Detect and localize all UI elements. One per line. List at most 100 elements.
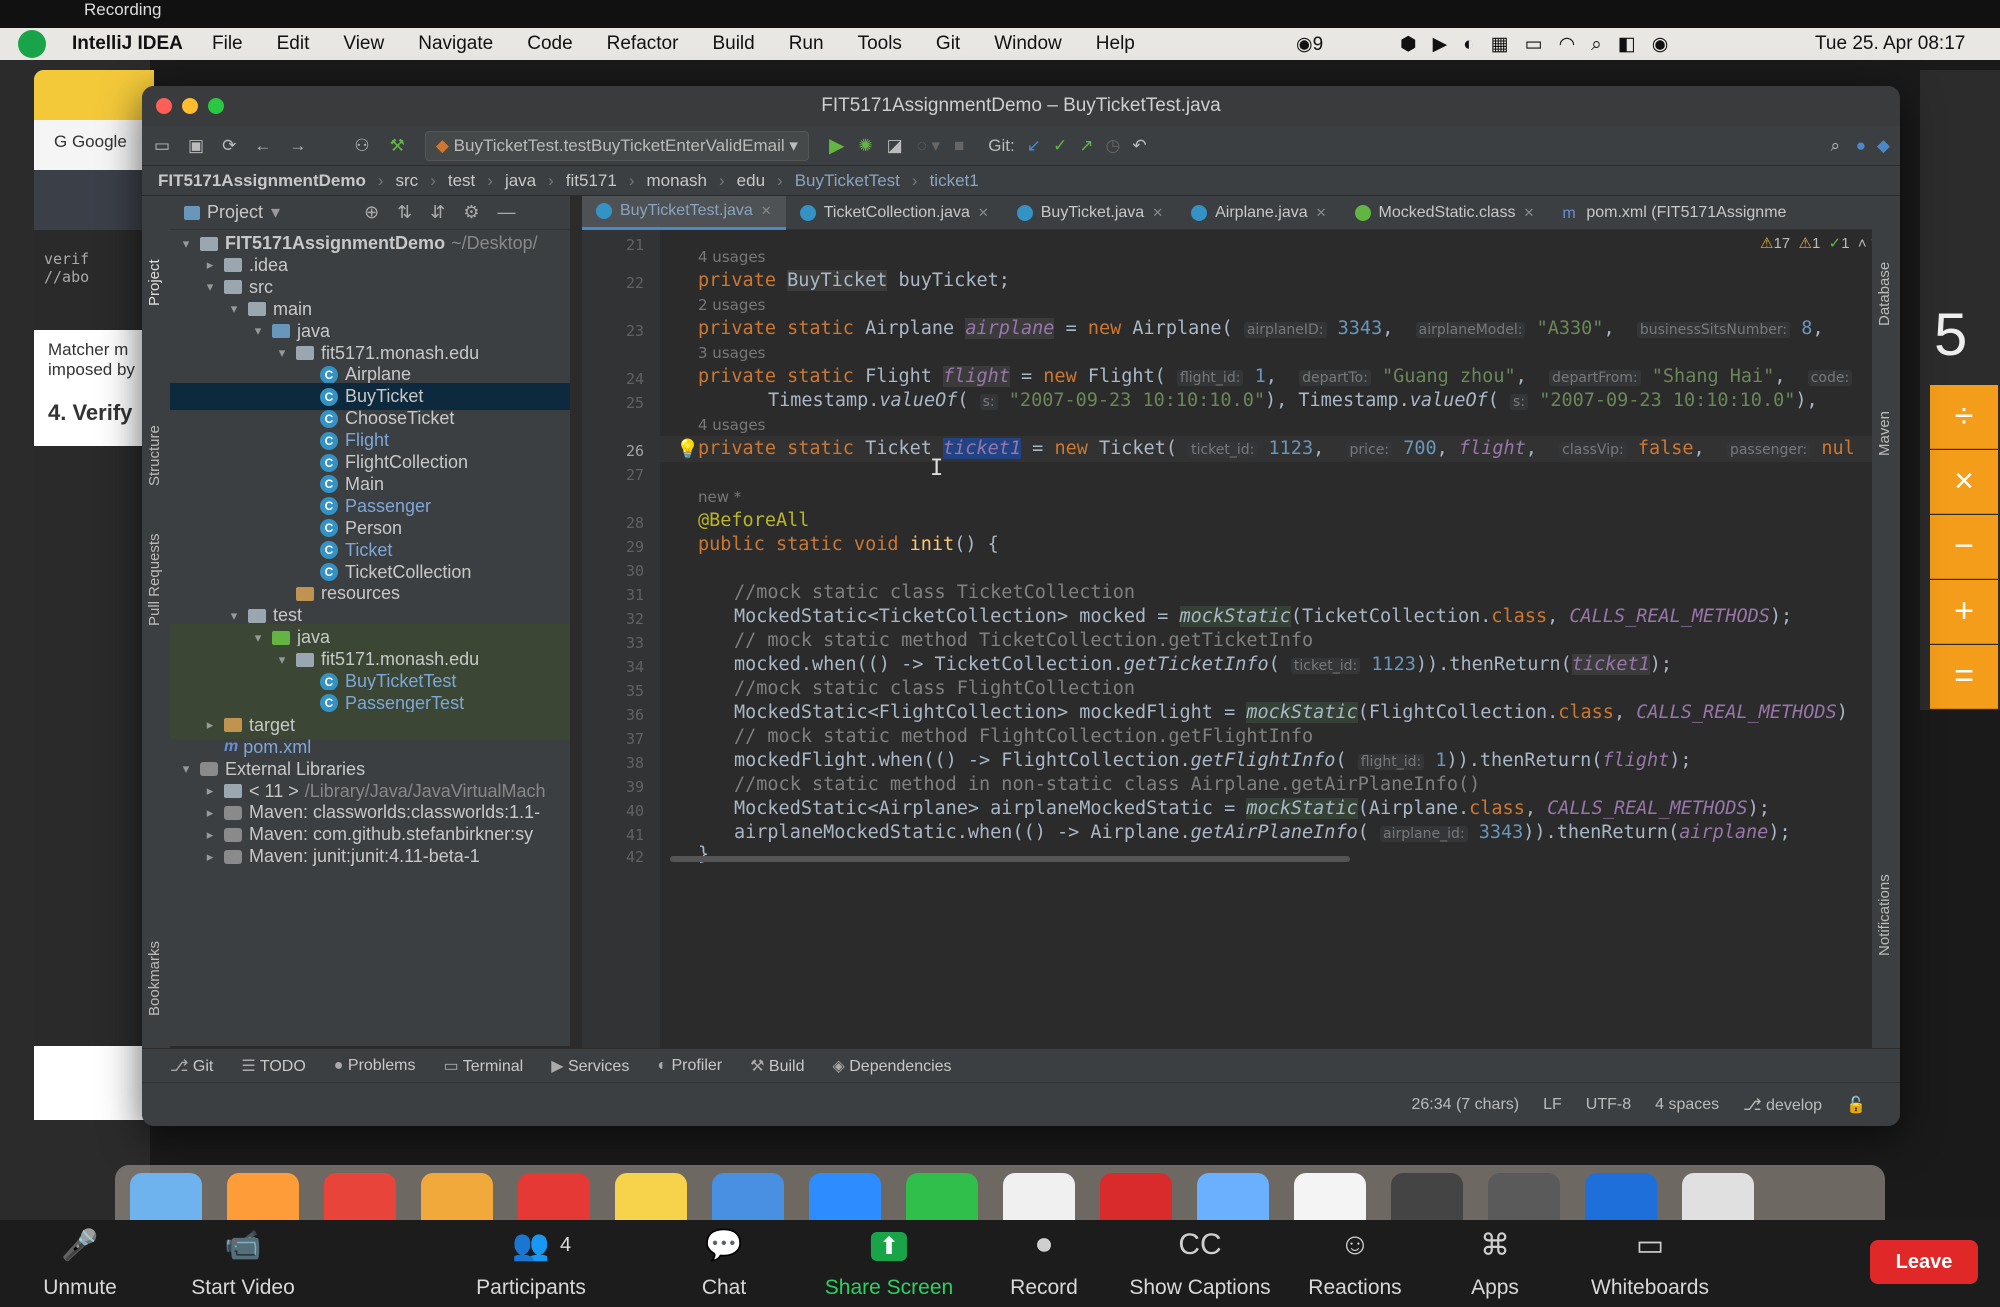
debug-icon[interactable]: ✺ xyxy=(858,136,872,156)
calc-multiply-button[interactable]: × xyxy=(1930,450,1998,514)
chevron-down-icon[interactable]: ▾ xyxy=(274,652,290,668)
usage-hint[interactable]: 3 usages xyxy=(698,344,765,362)
settings-icon[interactable] xyxy=(1488,1173,1560,1223)
tool-build[interactable]: ⚒ Build xyxy=(750,1056,804,1076)
tool-services[interactable]: ▶ Services xyxy=(551,1056,629,1076)
apps-button[interactable]: Apps xyxy=(1471,1276,1519,1300)
menu-run[interactable]: Run xyxy=(789,33,824,55)
launchpad-icon[interactable] xyxy=(227,1173,299,1223)
chevron-down-icon[interactable]: ▾ xyxy=(226,608,242,624)
lock-icon[interactable]: 🔓 xyxy=(1846,1095,1866,1115)
user-icon[interactable]: ⚇ xyxy=(354,136,369,156)
menu-git[interactable]: Git xyxy=(936,33,960,55)
menu-refactor[interactable]: Refactor xyxy=(607,33,679,55)
menu-build[interactable]: Build xyxy=(712,33,754,55)
calc-minus-button[interactable]: − xyxy=(1930,515,1998,579)
horizontal-scrollbar[interactable] xyxy=(660,856,1872,866)
search-icon[interactable]: ⌕ xyxy=(1830,136,1840,156)
whiteboards-button[interactable]: Whiteboards xyxy=(1591,1276,1709,1300)
breadcrumb-item[interactable]: fit5171 xyxy=(566,171,617,191)
calc-plus-button[interactable]: + xyxy=(1930,580,1998,644)
editor-tab[interactable]: BuyTicketTest.java ✕ xyxy=(582,195,786,230)
stop-icon[interactable]: ■ xyxy=(954,136,964,156)
usage-hint[interactable]: 4 usages xyxy=(698,416,765,434)
whiteboards-icon[interactable]: ▭ xyxy=(1636,1228,1664,1263)
chevron-right-icon[interactable]: ▸ xyxy=(202,827,218,843)
status-icons[interactable]: ⬢▶◐▦▭◠⌕◧◉ xyxy=(1400,33,1684,56)
chevron-down-icon[interactable]: ▾ xyxy=(202,279,218,295)
chevron-down-icon[interactable]: ▾ xyxy=(178,761,194,777)
start-video-button[interactable]: Start Video xyxy=(191,1276,295,1300)
browser-tab-label[interactable]: Google xyxy=(72,132,127,151)
close-tab-icon[interactable]: ✕ xyxy=(1316,205,1327,221)
close-tab-icon[interactable]: ✕ xyxy=(978,205,989,221)
tree-item[interactable]: ▸ Maven: junit:junit:4.11-beta-1 xyxy=(170,843,570,870)
menu-code[interactable]: Code xyxy=(527,33,572,55)
chevron-right-icon[interactable]: ▸ xyxy=(202,783,218,799)
chevron-right-icon[interactable]: ▸ xyxy=(202,257,218,273)
toolbar-file-icons[interactable]: ▭▣⟳←→ xyxy=(154,136,324,156)
record-button[interactable]: Record xyxy=(1010,1276,1078,1300)
breadcrumb-item[interactable]: src xyxy=(396,171,419,191)
share-screen-button[interactable]: Share Screen xyxy=(825,1276,953,1300)
breadcrumb-item[interactable]: java xyxy=(505,171,536,191)
close-tab-icon[interactable]: ✕ xyxy=(761,203,772,219)
chat-button[interactable]: Chat xyxy=(702,1276,746,1300)
breadcrumb-item[interactable]: FIT5171AssignmentDemo xyxy=(158,171,366,191)
zoom-icon[interactable] xyxy=(809,1173,881,1223)
reactions-icon[interactable]: ☺ xyxy=(1340,1228,1371,1262)
close-tab-icon[interactable]: ✕ xyxy=(1152,205,1163,221)
notification-badge-icon[interactable]: ◉9 xyxy=(1296,33,1323,56)
git-branch[interactable]: ⎇ develop xyxy=(1743,1095,1822,1115)
breadcrumb-item[interactable]: test xyxy=(448,171,475,191)
editor-tab[interactable]: m pom.xml (FIT5171Assignme xyxy=(1548,196,1800,230)
calc-divide-button[interactable]: ÷ xyxy=(1930,385,1998,449)
chat-icon[interactable]: 💬 xyxy=(705,1228,742,1263)
bookmarks-tool-tab[interactable]: Bookmarks xyxy=(146,941,163,1016)
menu-edit[interactable]: Edit xyxy=(277,33,310,55)
share-screen-icon[interactable]: ⬆ xyxy=(870,1232,908,1261)
minimize-window-icon[interactable] xyxy=(182,98,198,114)
notes-icon[interactable] xyxy=(615,1173,687,1223)
breadcrumb-item[interactable]: edu xyxy=(737,171,765,191)
home-icon[interactable] xyxy=(34,170,154,230)
start-video-icon[interactable]: 📹 xyxy=(224,1228,261,1263)
chevron-down-icon[interactable]: ▾ xyxy=(271,202,280,223)
chevron-down-icon[interactable]: ▾ xyxy=(178,236,194,252)
close-tab-icon[interactable]: ✕ xyxy=(1523,205,1534,221)
participants-button[interactable]: Participants xyxy=(476,1276,586,1300)
git-push-icon[interactable]: ↗ xyxy=(1079,136,1093,156)
trash-icon[interactable] xyxy=(1682,1173,1754,1223)
tool-git[interactable]: ⎇ Git xyxy=(170,1056,213,1076)
caret-position[interactable]: 26:34 (7 chars) xyxy=(1411,1096,1519,1114)
zoom-window-icon[interactable] xyxy=(208,98,224,114)
wechat-icon[interactable] xyxy=(906,1173,978,1223)
run-icon[interactable]: ▶ xyxy=(829,133,844,158)
lightbulb-icon[interactable]: 💡 xyxy=(676,438,699,460)
intellij-icon[interactable] xyxy=(1585,1173,1657,1223)
editor-tab[interactable]: MockedStatic.class ✕ xyxy=(1341,196,1549,230)
project-tool-tab[interactable]: Project xyxy=(146,259,163,306)
baidu-icon[interactable] xyxy=(1197,1173,1269,1223)
chevron-down-icon[interactable]: ▾ xyxy=(250,323,266,339)
line-separator[interactable]: LF xyxy=(1543,1096,1562,1114)
indent-setting[interactable]: 4 spaces xyxy=(1655,1096,1719,1114)
chevron-right-icon[interactable]: ▸ xyxy=(202,849,218,865)
code-editor[interactable]: 4 usages private BuyTicket buyTicket; 2 … xyxy=(660,230,1872,1048)
menu-help[interactable]: Help xyxy=(1096,33,1135,55)
git-history-icon[interactable]: ◷ xyxy=(1105,136,1120,156)
app-icon[interactable] xyxy=(518,1173,590,1223)
rollback-icon[interactable]: ↶ xyxy=(1132,136,1146,156)
usage-hint[interactable]: 2 usages xyxy=(698,296,765,314)
plugin-icon[interactable]: ◆ xyxy=(1877,136,1890,156)
clock[interactable]: Tue 25. Apr 08:17 xyxy=(1815,33,1965,55)
breadcrumb-item[interactable]: ticket1 xyxy=(930,171,979,191)
tool-problems[interactable]: ● Problems xyxy=(334,1057,416,1075)
editor-tab[interactable]: Airplane.java ✕ xyxy=(1177,196,1340,230)
run-config-select[interactable]: ◆ BuyTicketTest.testBuyTicketEnterValidE… xyxy=(424,130,809,161)
show-captions-button[interactable]: Show Captions xyxy=(1129,1276,1270,1300)
menu-window[interactable]: Window xyxy=(994,33,1062,55)
record-icon[interactable]: ⏺ xyxy=(1037,1228,1052,1262)
database-tool-tab[interactable]: Database xyxy=(1876,262,1893,326)
participants-icon[interactable]: 👥 xyxy=(512,1228,549,1263)
